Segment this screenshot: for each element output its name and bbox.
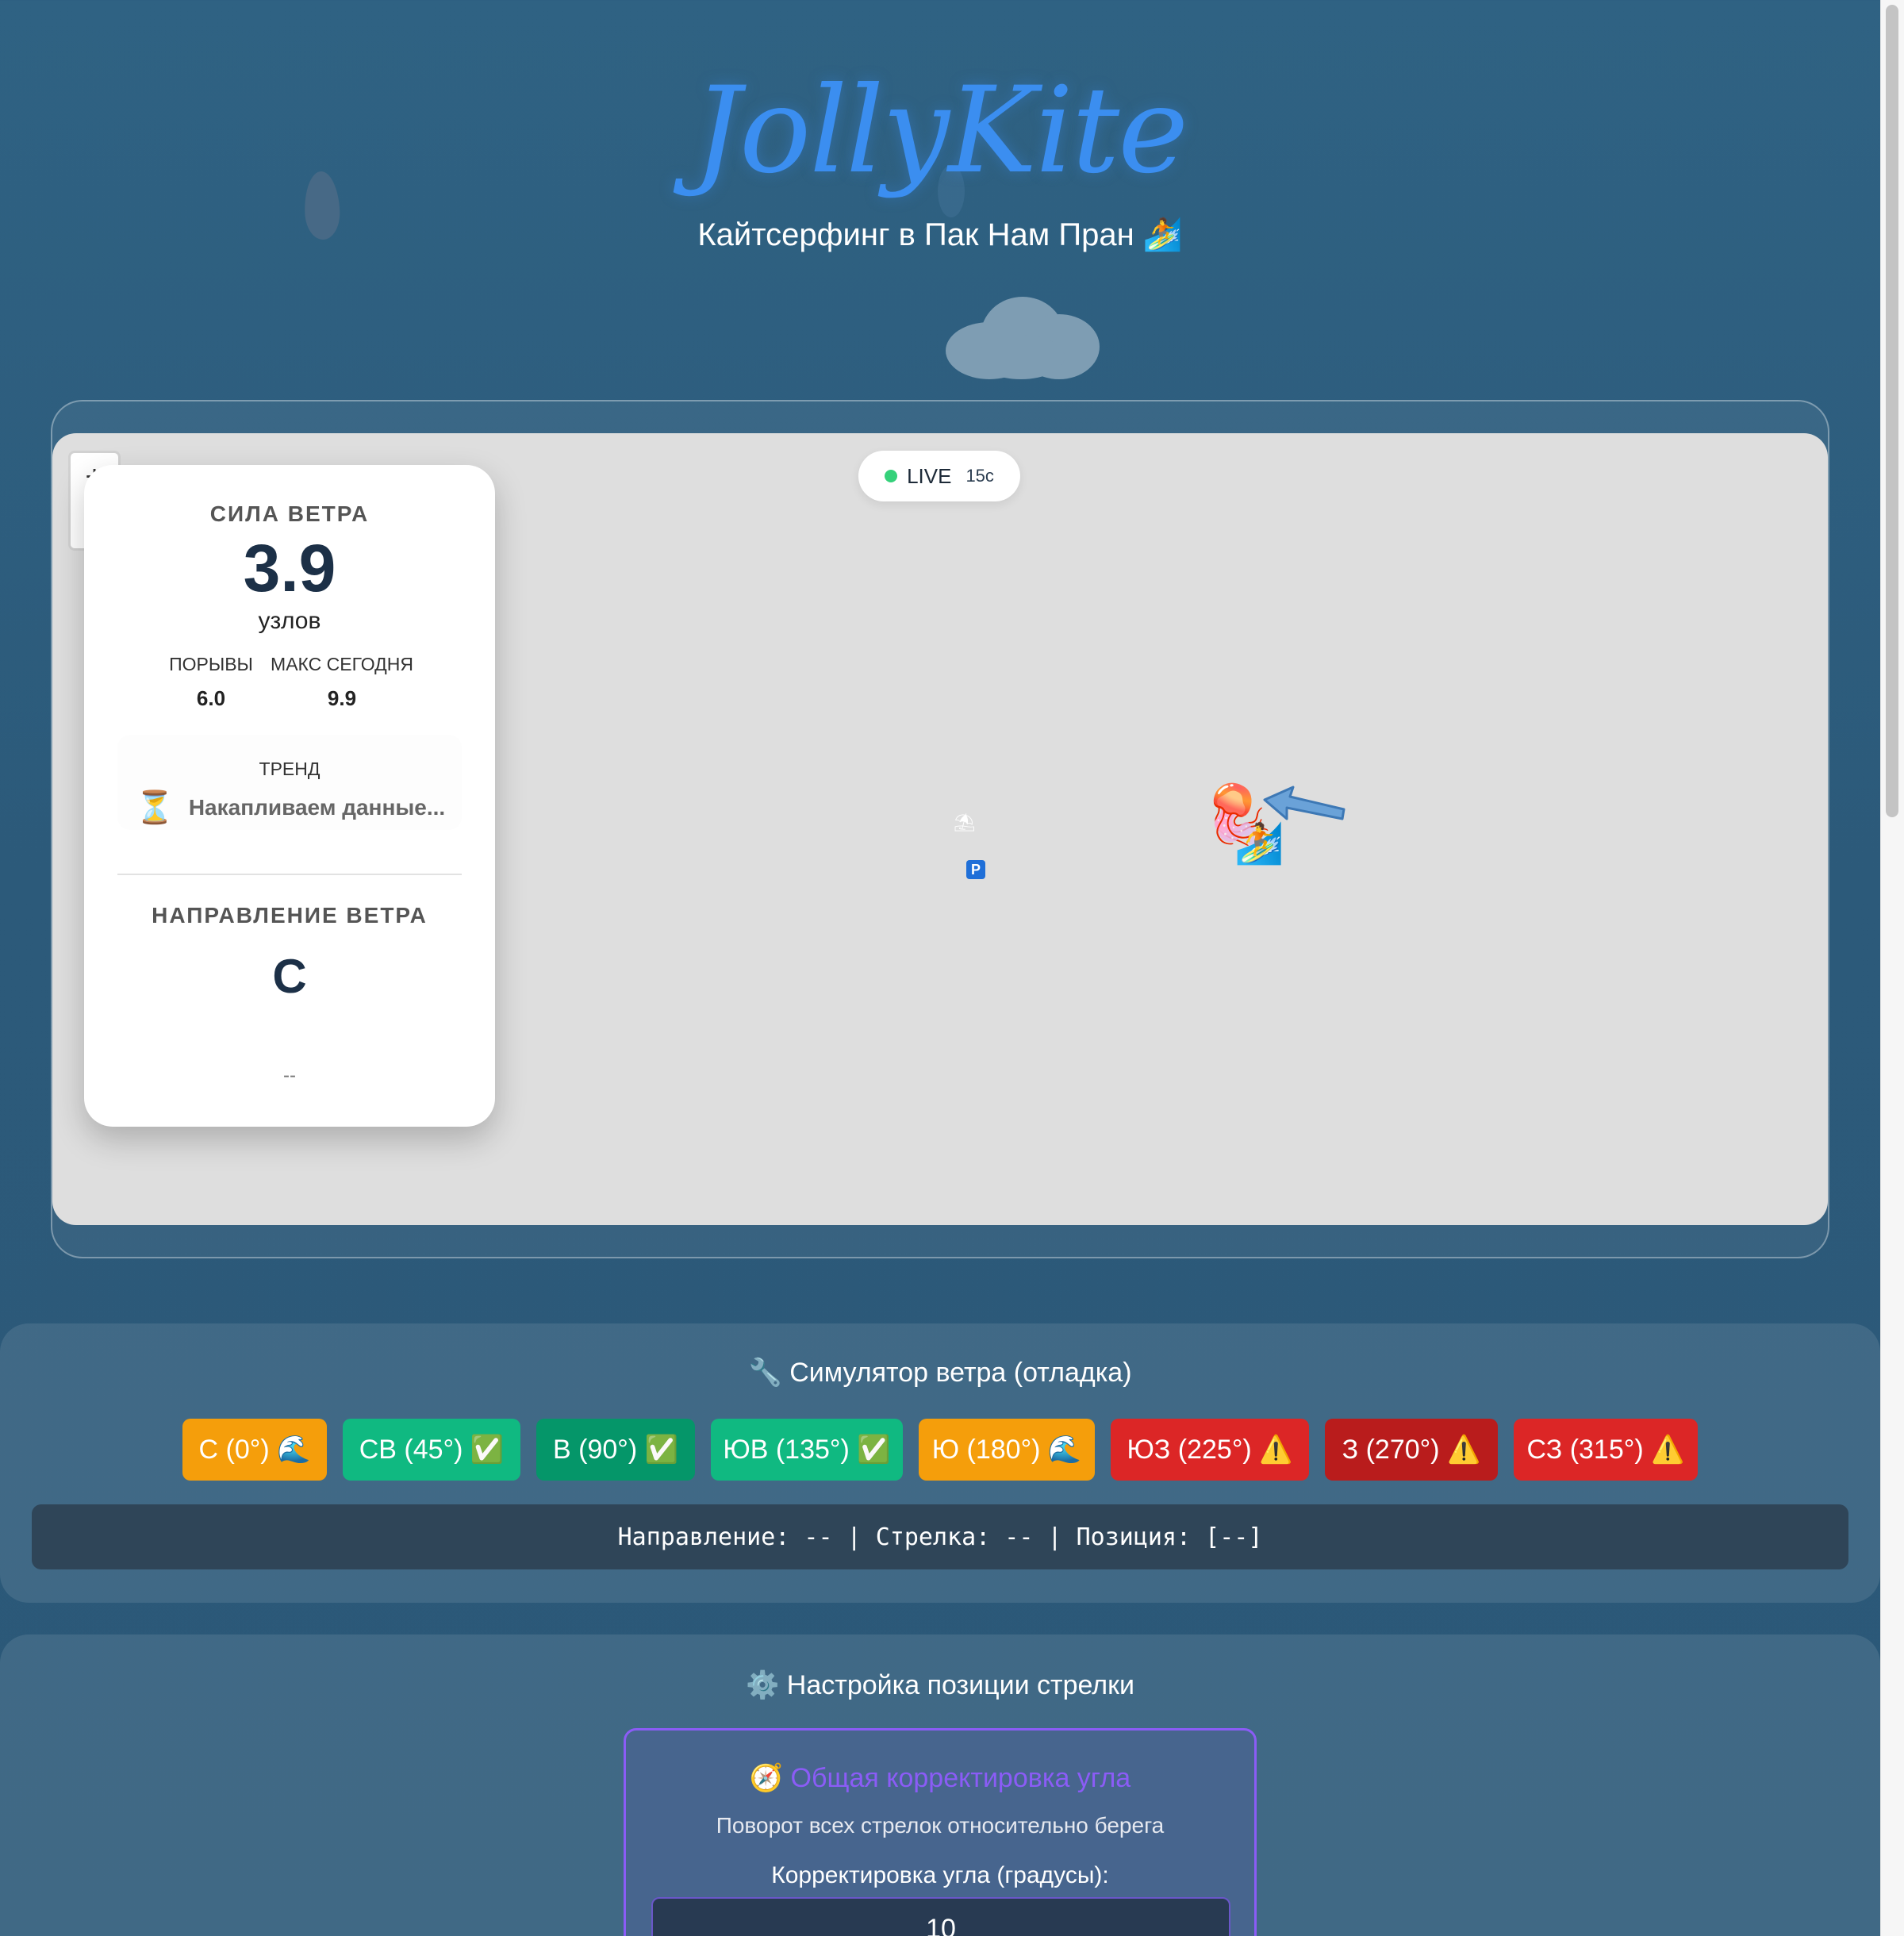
angle-correction-input[interactable] bbox=[651, 1897, 1230, 1936]
logo: JollyKite bbox=[693, 62, 1188, 200]
scrollbar-thumb[interactable] bbox=[1886, 5, 1898, 817]
page-subtitle: Кайтсерфинг в Пак Нам Пран 🏄 bbox=[697, 217, 1183, 252]
settings-title: ⚙️ Настройка позиции стрелки bbox=[746, 1670, 1134, 1700]
wind-speed-value: 3.9 bbox=[243, 531, 336, 605]
sim-button-sw[interactable]: ЮЗ (225°) ⚠️ bbox=[1111, 1419, 1309, 1481]
live-dot-icon bbox=[885, 470, 898, 482]
wind-speed-title: СИЛА ВЕТРА bbox=[209, 501, 370, 526]
angle-correction-title: 🧭 Общая корректировка угла bbox=[749, 1763, 1131, 1793]
trend-label: ТРЕНД bbox=[259, 759, 321, 779]
live-timer: 15с bbox=[965, 466, 994, 486]
max-today-value: 9.9 bbox=[327, 686, 357, 710]
gusts-stat: ПОРЫВЫ 6.0 bbox=[165, 654, 257, 711]
trend-box: ТРЕНД ⏳ Накапливаем данные... bbox=[117, 735, 462, 830]
sim-button-n[interactable]: С (0°) 🌊 bbox=[182, 1419, 327, 1481]
cloud-icon bbox=[946, 297, 1100, 379]
max-today-stat: МАКС СЕГОДНЯ 9.9 bbox=[268, 654, 416, 711]
sim-button-e[interactable]: В (90°) ✅ bbox=[536, 1419, 695, 1481]
parking-icon[interactable]: P bbox=[966, 860, 985, 879]
simulator-info-bar: Направление: -- | Стрелка: -- | Позиция:… bbox=[32, 1504, 1848, 1569]
wind-speed-unit: узлов bbox=[258, 608, 321, 634]
wind-direction-value: С bbox=[272, 950, 307, 1003]
kitesurfer-icon: 🏄 bbox=[1234, 821, 1284, 866]
beach-umbrella-icon[interactable]: ⛱ bbox=[954, 812, 976, 833]
live-label: LIVE bbox=[907, 463, 952, 488]
gusts-label: ПОРЫВЫ bbox=[169, 654, 253, 674]
wind-card: СИЛА ВЕТРА 3.9 узлов ПОРЫВЫ 6.0 МАКС СЕГ… bbox=[84, 465, 495, 1127]
angle-correction-label: Корректировка угла (градусы): bbox=[771, 1862, 1109, 1888]
trend-text: Накапливаем данные... bbox=[188, 794, 446, 820]
hourglass-icon: ⏳ bbox=[135, 790, 175, 825]
sim-button-w[interactable]: З (270°) ⚠️ bbox=[1325, 1419, 1498, 1481]
sim-button-ne[interactable]: СВ (45°) ✅ bbox=[343, 1419, 520, 1481]
wind-simulator-panel: 🔧 Симулятор ветра (отладка) С (0°) 🌊 СВ … bbox=[0, 1323, 1880, 1603]
simulator-title: 🔧 Симулятор ветра (отладка) bbox=[748, 1358, 1132, 1388]
angle-correction-box: 🧭 Общая корректировка угла Поворот всех … bbox=[624, 1728, 1257, 1936]
arrow-settings-panel: ⚙️ Настройка позиции стрелки 🧭 Общая кор… bbox=[0, 1634, 1880, 1936]
divider bbox=[117, 874, 462, 875]
gusts-value: 6.0 bbox=[196, 686, 226, 710]
wind-direction-title: НАПРАВЛЕНИЕ ВЕТРА bbox=[152, 903, 428, 928]
wind-direction-degrees: -- bbox=[283, 1065, 296, 1086]
live-badge: LIVE 15с bbox=[858, 451, 1020, 501]
sim-button-se[interactable]: ЮВ (135°) ✅ bbox=[711, 1419, 903, 1481]
sim-button-s[interactable]: Ю (180°) 🌊 bbox=[919, 1419, 1095, 1481]
sim-button-nw[interactable]: СЗ (315°) ⚠️ bbox=[1514, 1419, 1698, 1481]
max-today-label: МАКС СЕГОДНЯ bbox=[271, 654, 413, 674]
angle-correction-description: Поворот всех стрелок относительно берега bbox=[716, 1813, 1165, 1838]
